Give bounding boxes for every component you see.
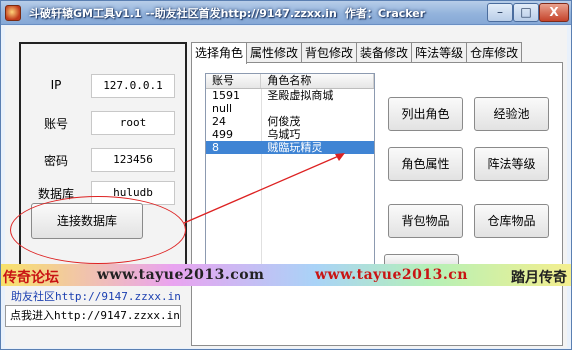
- title-bar: 斗破轩辕GM工具v1.1 --助友社区首发http://9147.zzxx.in…: [1, 1, 571, 25]
- column-header-role-name[interactable]: 角色名称: [261, 74, 374, 88]
- watermark-forum: 传奇论坛: [3, 270, 59, 286]
- row-role-name: 乌城巧: [267, 128, 301, 141]
- row-account: 499: [212, 128, 233, 141]
- watermark-banner: 传奇论坛 www.tayue2013.com www.tayue2013.cn …: [1, 264, 571, 286]
- list-row[interactable]: 1591 圣殿虚拟商城: [206, 89, 374, 102]
- password-input[interactable]: 123456: [91, 148, 175, 172]
- app-icon: [5, 5, 21, 21]
- list-row-selected[interactable]: 8 贼臨玩精灵: [206, 141, 374, 154]
- highlight-oval: [10, 196, 186, 264]
- promo-link-line2[interactable]: 点我进入http://9147.zzxx.in: [5, 305, 181, 327]
- list-roles-button[interactable]: 列出角色: [388, 97, 463, 131]
- row-account: 1591: [212, 89, 240, 102]
- gm-tool-window: 斗破轩辕GM工具v1.1 --助友社区首发http://9147.zzxx.in…: [0, 0, 572, 350]
- ip-label: IP: [50, 78, 62, 92]
- row-account: 8: [212, 141, 219, 154]
- role-attributes-button[interactable]: 角色属性: [388, 147, 463, 181]
- list-row[interactable]: null: [206, 102, 374, 115]
- list-header: 账号 角色名称: [206, 74, 374, 89]
- tab-attribute-edit[interactable]: 属性修改: [246, 42, 303, 63]
- tab-equipment-edit[interactable]: 装备修改: [356, 42, 413, 63]
- list-row[interactable]: 24 何俊茂: [206, 115, 374, 128]
- ip-input[interactable]: 127.0.0.1: [91, 74, 175, 98]
- tab-storage-edit[interactable]: 仓库修改: [466, 42, 523, 63]
- storage-items-button[interactable]: 仓库物品: [474, 204, 549, 238]
- tab-select-role[interactable]: 选择角色: [191, 42, 248, 64]
- watermark-url-com: www.tayue2013.com: [97, 267, 265, 283]
- row-role-name: [261, 102, 374, 115]
- row-account: 24: [212, 115, 226, 128]
- close-button[interactable]: X: [539, 3, 569, 22]
- row-account: null: [212, 102, 233, 115]
- watermark-brand: 踏月传奇: [511, 270, 567, 286]
- list-body: 1591 圣殿虚拟商城 null 24 何俊茂 499 乌城巧 8 贼臨玩精灵: [206, 89, 374, 280]
- window-title: 斗破轩辕GM工具v1.1 --助友社区首发http://9147.zzxx.in…: [29, 5, 425, 21]
- promo-link-line1[interactable]: 助友社区http://9147.zzxx.in: [11, 288, 181, 304]
- partially-hidden-button: [384, 254, 459, 264]
- list-row[interactable]: 499 乌城巧: [206, 128, 374, 141]
- window-author: 作者：Cracker: [344, 7, 426, 20]
- password-label: 密码: [43, 154, 68, 168]
- minimize-button[interactable]: –: [487, 3, 513, 22]
- tab-bag-edit[interactable]: 背包修改: [301, 42, 358, 63]
- watermark-url-cn: www.tayue2013.cn: [315, 267, 468, 283]
- formation-level-button[interactable]: 阵法等级: [474, 147, 549, 181]
- maximize-button[interactable]: □: [513, 3, 539, 22]
- character-list[interactable]: 账号 角色名称 1591 圣殿虚拟商城 null 24 何俊茂 499 乌城巧 …: [205, 73, 375, 281]
- tab-strip: 选择角色 属性修改 背包修改 装备修改 阵法等级 仓库修改: [191, 42, 523, 64]
- row-role-name: 圣殿虚拟商城: [267, 89, 334, 102]
- account-label: 账号: [43, 117, 68, 131]
- tab-formation-level[interactable]: 阵法等级: [411, 42, 468, 63]
- row-role-name: 贼臨玩精灵: [267, 141, 323, 154]
- account-input[interactable]: root: [91, 111, 175, 135]
- column-header-account[interactable]: 账号: [206, 74, 262, 88]
- row-role-name: 何俊茂: [267, 115, 301, 128]
- experience-pool-button[interactable]: 经验池: [474, 97, 549, 131]
- bag-items-button[interactable]: 背包物品: [388, 204, 463, 238]
- window-title-text: 斗破轩辕GM工具v1.1 --助友社区首发http://9147.zzxx.in: [29, 7, 337, 20]
